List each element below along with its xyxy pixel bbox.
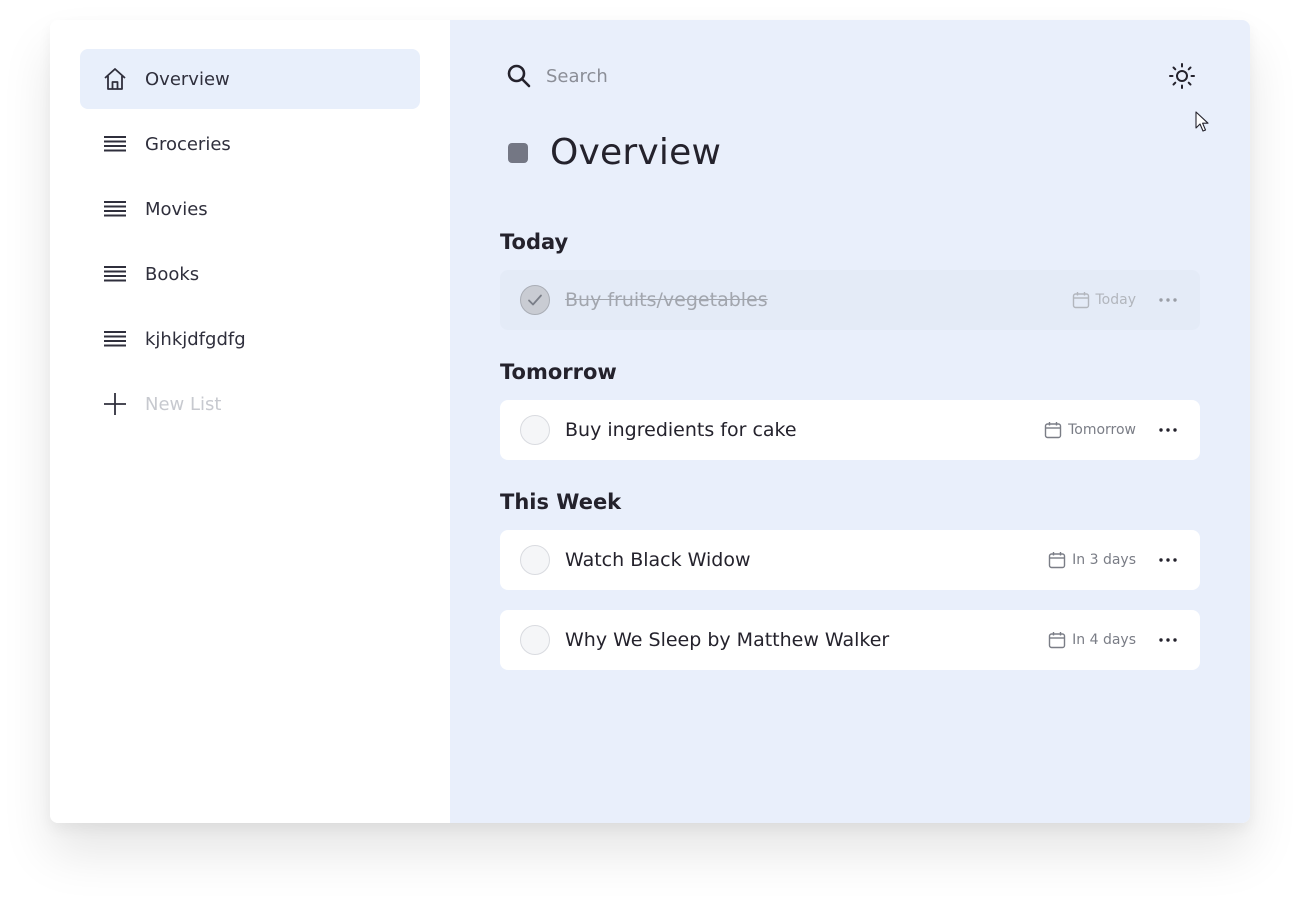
- due-date: In 4 days: [1048, 631, 1136, 649]
- plus-icon: [101, 390, 129, 418]
- sidebar-item-label: Groceries: [145, 133, 231, 155]
- calendar-icon: [1072, 291, 1090, 309]
- due-date-label: In 3 days: [1072, 552, 1136, 568]
- sidebar-item-books[interactable]: Books: [80, 244, 420, 304]
- list-icon: [101, 325, 129, 353]
- list-icon: [101, 260, 129, 288]
- task-row[interactable]: Watch Black Widow In 3 days: [500, 530, 1200, 590]
- due-date-label: Tomorrow: [1068, 422, 1136, 438]
- calendar-icon: [1048, 631, 1066, 649]
- app-window: Overview Groceries Movies Books kjhkjdfg…: [50, 20, 1250, 823]
- due-date-label: In 4 days: [1072, 632, 1136, 648]
- sidebar-item-groceries[interactable]: Groceries: [80, 114, 420, 174]
- top-bar: [500, 58, 1200, 94]
- sun-icon: [1169, 63, 1195, 89]
- due-date: In 3 days: [1048, 551, 1136, 569]
- task-checkbox[interactable]: [520, 415, 550, 445]
- more-options-icon[interactable]: [1156, 628, 1180, 652]
- due-date: Tomorrow: [1044, 421, 1136, 439]
- search-icon[interactable]: [504, 61, 534, 91]
- sidebar-item-kjhkjdfgdfg[interactable]: kjhkjdfgdfg: [80, 309, 420, 369]
- sidebar-item-label: Books: [145, 263, 200, 285]
- list-icon: [101, 130, 129, 158]
- sidebar-item-overview[interactable]: Overview: [80, 49, 420, 109]
- new-list-button[interactable]: New List: [80, 374, 420, 434]
- more-options-icon[interactable]: [1156, 418, 1180, 442]
- task-title: Buy fruits/vegetables: [565, 289, 768, 311]
- checkmark-icon: [528, 294, 542, 306]
- more-options-icon[interactable]: [1156, 548, 1180, 572]
- search-input[interactable]: [546, 65, 946, 87]
- task-checkbox[interactable]: [520, 625, 550, 655]
- due-date: Today: [1072, 291, 1137, 309]
- calendar-icon: [1048, 551, 1066, 569]
- task-title: Buy ingredients for cake: [565, 419, 797, 441]
- section-heading-tomorrow: Tomorrow: [500, 360, 617, 384]
- sidebar-item-label: Movies: [145, 198, 208, 220]
- page-header: Overview: [508, 132, 721, 173]
- calendar-icon: [1044, 421, 1062, 439]
- task-checkbox[interactable]: [520, 545, 550, 575]
- task-title: Why We Sleep by Matthew Walker: [565, 629, 890, 651]
- page-title: Overview: [550, 132, 722, 173]
- sidebar-item-movies[interactable]: Movies: [80, 179, 420, 239]
- mouse-cursor-icon: [1195, 111, 1209, 132]
- sidebar-item-label: Overview: [145, 68, 230, 90]
- more-options-icon[interactable]: [1156, 288, 1180, 312]
- theme-toggle-button[interactable]: [1166, 60, 1198, 92]
- sidebar: Overview Groceries Movies Books kjhkjdfg…: [50, 20, 450, 823]
- new-list-label: New List: [145, 393, 222, 415]
- section-heading-this-week: This Week: [500, 490, 622, 514]
- section-heading-today: Today: [500, 230, 569, 254]
- task-row[interactable]: Buy fruits/vegetables Today: [500, 270, 1200, 330]
- list-icon: [101, 195, 129, 223]
- task-checkbox[interactable]: [520, 285, 550, 315]
- home-icon: [101, 65, 129, 93]
- list-color-square-icon: [508, 142, 528, 163]
- task-title: Watch Black Widow: [565, 549, 751, 571]
- main-content: Overview Today Buy fruits/vegetables Tod…: [450, 20, 1250, 823]
- task-row[interactable]: Buy ingredients for cake Tomorrow: [500, 400, 1200, 460]
- sidebar-item-label: kjhkjdfgdfg: [145, 328, 246, 350]
- task-row[interactable]: Why We Sleep by Matthew Walker In 4 days: [500, 610, 1200, 670]
- due-date-label: Today: [1095, 292, 1137, 308]
